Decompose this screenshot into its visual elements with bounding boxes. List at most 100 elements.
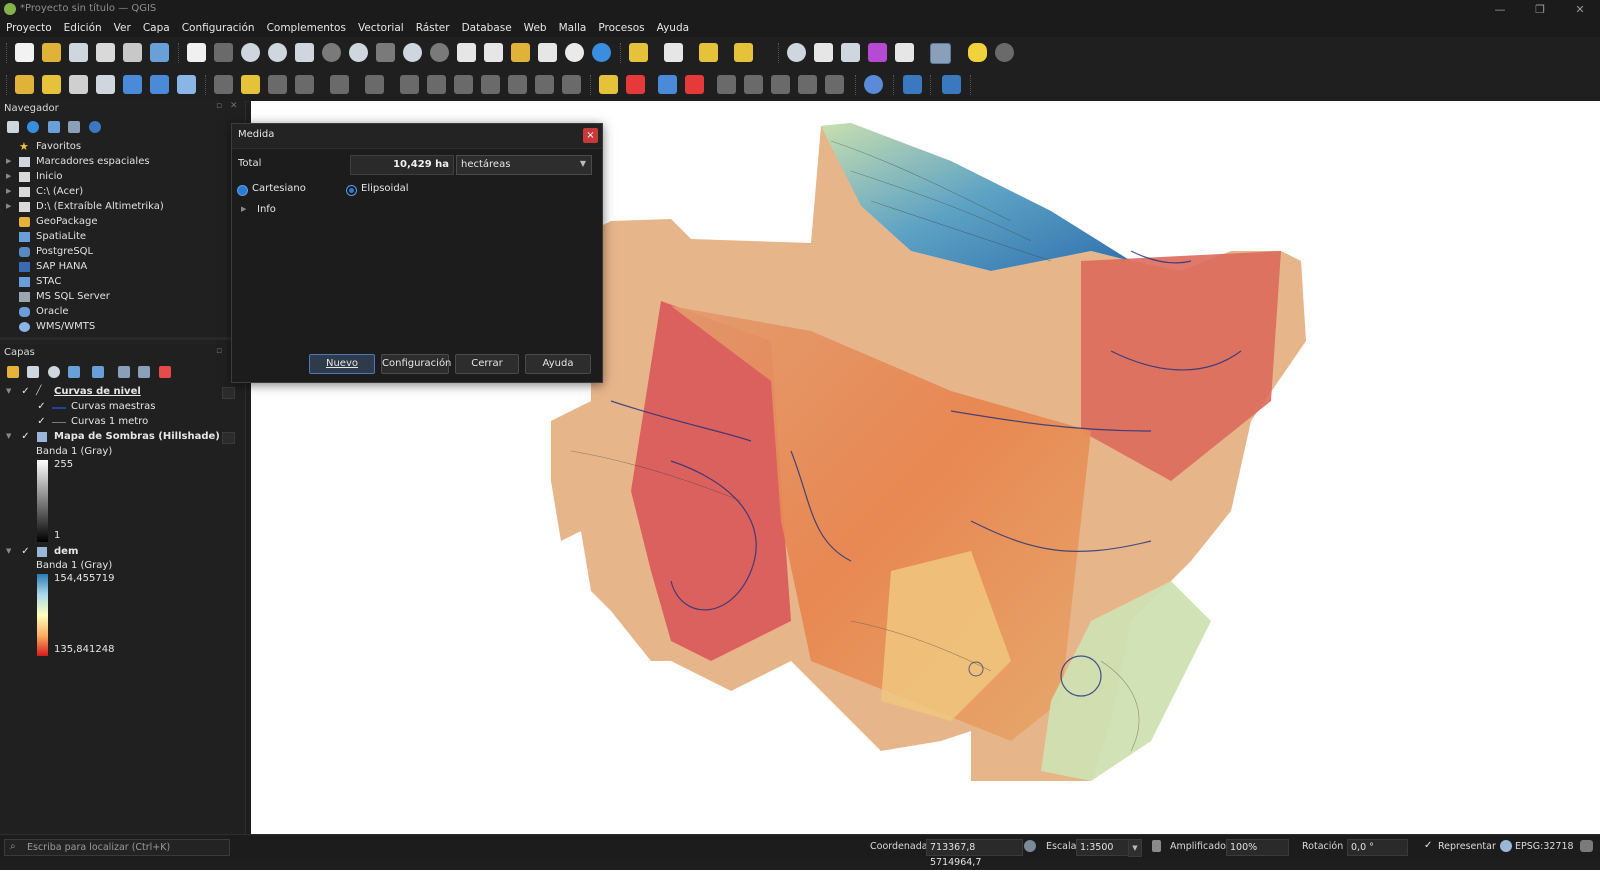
layer-indicator-icon[interactable] bbox=[222, 432, 235, 444]
nav-item-d-drive[interactable]: ▶ D:\ (Extraíble Altimetrika) bbox=[0, 200, 228, 215]
nav-item-inicio[interactable]: ▶ Inicio bbox=[0, 170, 228, 185]
pan-hand-icon[interactable] bbox=[187, 43, 206, 62]
new-geopackage-layer-icon[interactable] bbox=[42, 75, 61, 94]
layout-manager-icon[interactable] bbox=[123, 43, 142, 62]
manage-visibility-icon[interactable] bbox=[48, 366, 60, 378]
locator-icon[interactable] bbox=[995, 43, 1014, 62]
radio-ellipsoidal[interactable] bbox=[346, 185, 357, 196]
navigator-close-icon[interactable]: ✕ bbox=[230, 101, 238, 111]
zoom-in-icon[interactable] bbox=[241, 43, 260, 62]
expand-arrow-icon[interactable]: ▶ bbox=[6, 202, 11, 210]
new-map-view-icon[interactable] bbox=[457, 43, 476, 62]
nav-item-stac[interactable]: STAC bbox=[0, 275, 228, 290]
locator-search[interactable]: ⌕ Escriba para localizar (Ctrl+K) bbox=[4, 839, 230, 856]
maximize-button[interactable]: ❐ bbox=[1520, 1, 1560, 18]
crs-label[interactable]: EPSG:32718 bbox=[1515, 841, 1574, 852]
menu-ayuda[interactable]: Ayuda bbox=[651, 19, 695, 37]
undo-icon[interactable] bbox=[481, 75, 500, 94]
new-spatialite-icon[interactable] bbox=[96, 75, 115, 94]
statistics-sum-icon[interactable] bbox=[868, 43, 887, 62]
menu-vectorial[interactable]: Vectorial bbox=[352, 19, 410, 37]
menu-edicion[interactable]: Edición bbox=[58, 19, 108, 37]
new-shapefile-icon[interactable] bbox=[69, 75, 88, 94]
lock-scale-icon[interactable] bbox=[1152, 840, 1161, 852]
delete-selected-icon[interactable] bbox=[365, 75, 384, 94]
nav-item-sap-hana[interactable]: SAP HANA bbox=[0, 260, 228, 275]
collapse-all-layers-icon[interactable] bbox=[138, 366, 150, 378]
label-pin-icon[interactable] bbox=[658, 75, 677, 94]
new-3d-view-icon[interactable] bbox=[484, 43, 503, 62]
label-show-hide-icon[interactable] bbox=[798, 75, 817, 94]
zoom-out-icon[interactable] bbox=[268, 43, 287, 62]
pan-to-selection-icon[interactable] bbox=[214, 43, 233, 62]
identify-icon[interactable] bbox=[787, 43, 806, 62]
filter-expression-icon[interactable] bbox=[92, 366, 104, 378]
collapse-arrow-icon[interactable]: ▼ bbox=[6, 387, 11, 395]
label-highlight-icon[interactable] bbox=[685, 75, 704, 94]
zoom-last-icon[interactable] bbox=[403, 43, 422, 62]
new-temporary-layer-icon[interactable] bbox=[150, 75, 169, 94]
expand-all-icon[interactable] bbox=[118, 366, 130, 378]
minimize-button[interactable]: — bbox=[1480, 1, 1520, 18]
toggle-editing-icon[interactable] bbox=[241, 75, 260, 94]
nav-item-mssql[interactable]: MS SQL Server bbox=[0, 290, 228, 305]
total-field[interactable]: 10,429 ha bbox=[350, 155, 454, 175]
collapse-arrow-icon[interactable]: ▼ bbox=[6, 547, 11, 555]
messages-icon[interactable] bbox=[1580, 840, 1593, 852]
collapse-all-icon[interactable] bbox=[68, 121, 80, 133]
save-project-icon[interactable] bbox=[69, 43, 88, 62]
chevron-down-icon[interactable]: ▼ bbox=[1128, 839, 1142, 857]
label-rotate-icon[interactable] bbox=[744, 75, 763, 94]
menu-ver[interactable]: Ver bbox=[108, 19, 137, 37]
redo-alt-icon[interactable] bbox=[535, 75, 554, 94]
diagram-icon[interactable] bbox=[626, 75, 645, 94]
save-edits-icon[interactable] bbox=[268, 75, 287, 94]
menu-proyecto[interactable]: Proyecto bbox=[0, 19, 58, 37]
python-console-icon[interactable] bbox=[903, 75, 922, 94]
nav-item-c-drive[interactable]: ▶ C:\ (Acer) bbox=[0, 185, 228, 200]
filter-icon[interactable] bbox=[48, 121, 60, 133]
new-project-icon[interactable] bbox=[15, 43, 34, 62]
unit-select[interactable]: hectáreas ▼ bbox=[456, 155, 592, 175]
help-icon[interactable] bbox=[942, 75, 961, 94]
close-window-button[interactable]: ✕ bbox=[1560, 1, 1600, 18]
close-button[interactable]: Cerrar bbox=[455, 354, 519, 374]
menu-capa[interactable]: Capa bbox=[137, 19, 176, 37]
temporal-controller-icon[interactable] bbox=[565, 43, 584, 62]
dialog-titlebar[interactable]: Medida × bbox=[232, 124, 602, 149]
label-tool-icon[interactable] bbox=[599, 75, 618, 94]
radio-cartesian[interactable] bbox=[237, 185, 248, 196]
expand-arrow-icon[interactable]: ▶ bbox=[6, 172, 11, 180]
menu-web[interactable]: Web bbox=[518, 19, 553, 37]
new-virtual-layer-icon[interactable] bbox=[123, 75, 142, 94]
layer-visibility-checkbox[interactable]: ✓ bbox=[20, 386, 31, 397]
redo-icon[interactable] bbox=[508, 75, 527, 94]
paste-features-icon[interactable] bbox=[454, 75, 473, 94]
expand-arrow-icon[interactable]: ▶ bbox=[6, 187, 11, 195]
collapse-arrow-icon[interactable]: ▼ bbox=[6, 432, 11, 440]
filter-legend-icon[interactable] bbox=[68, 366, 80, 378]
menu-complementos[interactable]: Complementos bbox=[261, 19, 352, 37]
expand-arrow-icon[interactable]: ▶ bbox=[6, 157, 11, 165]
label-move-icon[interactable] bbox=[717, 75, 736, 94]
panel-splitter[interactable] bbox=[0, 337, 245, 340]
nav-item-postgresql[interactable]: PostgreSQL bbox=[0, 245, 228, 260]
magnifier-field[interactable]: 100% bbox=[1226, 839, 1289, 856]
zoom-selection-icon[interactable] bbox=[322, 43, 341, 62]
layer-curvas-de-nivel[interactable]: ▼ ✓ ╱ Curvas de nivel bbox=[0, 385, 240, 400]
layer-visibility-checkbox[interactable]: ✓ bbox=[20, 546, 31, 557]
style-manager-icon[interactable] bbox=[150, 43, 169, 62]
processing-toolbox-icon[interactable] bbox=[841, 43, 860, 62]
layer-visibility-checkbox[interactable]: ✓ bbox=[36, 416, 47, 427]
info-toggle[interactable]: Info bbox=[257, 204, 276, 215]
map-tips-icon[interactable] bbox=[968, 43, 987, 62]
select-features-icon[interactable] bbox=[629, 43, 648, 62]
georeferencer-icon[interactable] bbox=[864, 75, 883, 94]
remove-layer-icon[interactable] bbox=[159, 366, 171, 378]
add-group-icon[interactable] bbox=[27, 366, 39, 378]
copy-features-icon[interactable] bbox=[427, 75, 446, 94]
layers-float-icon[interactable]: ▫ bbox=[216, 346, 222, 356]
menu-procesos[interactable]: Procesos bbox=[592, 19, 650, 37]
layer-indicator-icon[interactable] bbox=[222, 387, 235, 399]
refresh-icon[interactable] bbox=[27, 121, 39, 133]
